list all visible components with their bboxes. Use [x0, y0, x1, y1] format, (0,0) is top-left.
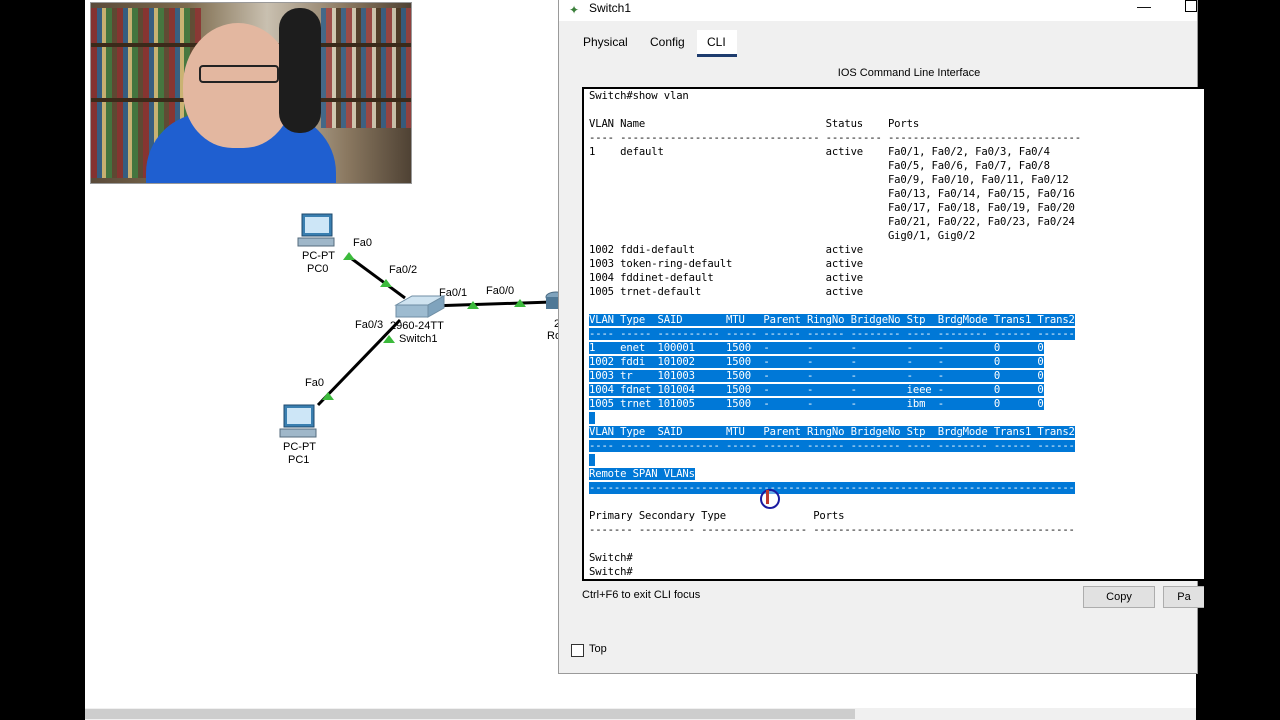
pc0-type-label: PC-PT [302, 250, 335, 262]
cli-line: 1002 fddi 101002 1500 - - - - - 0 0 [589, 356, 1044, 368]
cli-caption: IOS Command Line Interface [837, 67, 981, 79]
copy-button[interactable]: Copy [1083, 586, 1155, 608]
cli-focus-hint: Ctrl+F6 to exit CLI focus [582, 589, 701, 601]
pc0-port-label: Fa0 [353, 237, 372, 249]
cli-line: Fa0/5, Fa0/6, Fa0/7, Fa0/8 [589, 160, 1050, 172]
cli-line: Fa0/9, Fa0/10, Fa0/11, Fa0/12 [589, 174, 1069, 186]
cli-line: 1003 tr 101003 1500 - - - - - 0 0 [589, 370, 1044, 382]
cli-line: Switch# [589, 566, 633, 578]
cli-line: ----------------------------------------… [589, 482, 1075, 494]
cli-line: VLAN Type SAID MTU Parent RingNo BridgeN… [589, 314, 1075, 326]
minimize-icon[interactable]: — [1137, 0, 1151, 14]
cli-line: 1005 trnet 101005 1500 - - - ibm - 0 0 [589, 398, 1044, 410]
cli-line: ---- ----- ---------- ----- ------ -----… [589, 328, 1075, 340]
cli-line: Switch# [589, 552, 633, 564]
cli-line [589, 411, 596, 425]
cli-line: Primary Secondary Type Ports [589, 510, 845, 522]
pc1-port-label: Fa0 [305, 377, 324, 389]
router-port-fa00: Fa0/0 [486, 285, 515, 297]
cli-line: Remote SPAN VLANs [589, 468, 695, 480]
cli-line: Switch#show vlan [589, 90, 689, 102]
paste-button[interactable]: Pa [1163, 586, 1204, 608]
switch-port-fa02: Fa0/2 [389, 264, 418, 276]
cli-line: Switch# [589, 579, 633, 581]
cli-line: 1004 fdnet 101004 1500 - - - ieee - 0 0 [589, 384, 1044, 396]
pc0-icon [297, 213, 335, 247]
text-cursor-icon [766, 490, 769, 504]
switch-icon [394, 295, 446, 318]
switch-model-label: 2960-24TT [390, 320, 444, 332]
pc1-type-label: PC-PT [283, 441, 316, 453]
link-switch-pc1 [316, 318, 402, 407]
maximize-icon[interactable] [1185, 0, 1197, 12]
link-switch-router [429, 300, 553, 308]
top-checkbox-label: Top [589, 643, 607, 655]
window-title: Switch1 [589, 1, 632, 15]
cli-line: 1 enet 100001 1500 - - - - - 0 0 [589, 342, 1044, 354]
cli-line: ---- -------------------------------- --… [589, 132, 1082, 144]
cli-line [589, 453, 596, 467]
cli-line: 1 default active Fa0/1, Fa0/2, Fa0/3, Fa… [589, 146, 1050, 158]
tab-cli[interactable]: CLI [707, 35, 726, 49]
mouse-cursor-highlight [760, 489, 780, 509]
cli-line: Gig0/1, Gig0/2 [589, 230, 976, 242]
cli-terminal[interactable]: Switch#show vlan VLAN Name Status Ports --… [582, 87, 1204, 581]
cli-line: Fa0/21, Fa0/22, Fa0/23, Fa0/24 [589, 216, 1075, 228]
presenter-face [183, 23, 293, 148]
switch-device-window: ✦ Switch1 — Physical Config CLI IOS Comm… [558, 0, 1204, 674]
switch-port-fa01: Fa0/1 [439, 287, 468, 299]
cli-line: 1005 trnet-default active [589, 286, 864, 298]
tab-config[interactable]: Config [650, 35, 685, 49]
window-titlebar[interactable]: ✦ Switch1 — [559, 0, 1197, 21]
switch-name-label: Switch1 [399, 333, 438, 345]
pc0-name-label: PC0 [307, 263, 329, 275]
active-tab-indicator [697, 54, 737, 57]
link-light [343, 252, 355, 260]
app-icon: ✦ [569, 3, 580, 17]
cli-line: VLAN Type SAID MTU Parent RingNo BridgeN… [589, 426, 1075, 438]
pc1-name-label: PC1 [288, 454, 310, 466]
cli-line: Fa0/17, Fa0/18, Fa0/19, Fa0/20 [589, 202, 1075, 214]
cli-line: 1004 fddinet-default active [589, 272, 864, 284]
cli-line: 1003 token-ring-default active [589, 258, 864, 270]
microphone-image [279, 8, 321, 133]
pc1-icon [279, 404, 317, 438]
link-light [322, 392, 334, 400]
cli-line: Fa0/13, Fa0/14, Fa0/15, Fa0/16 [589, 188, 1075, 200]
right-letterbox [1196, 0, 1280, 720]
cli-line: VLAN Name Status Ports [589, 118, 920, 130]
switch-port-fa03: Fa0/3 [355, 319, 384, 331]
presenter-glasses [199, 65, 279, 83]
cli-line: ---- ----- ---------- ----- ------ -----… [589, 440, 1075, 452]
top-checkbox[interactable] [571, 644, 584, 657]
cli-line: 1002 fddi-default active [589, 244, 864, 256]
tab-physical[interactable]: Physical [583, 35, 628, 49]
bookshelf-image [321, 8, 411, 128]
link-pc0-switch [347, 254, 406, 300]
webcam-overlay [90, 2, 412, 184]
cli-line: ------- --------- ----------------- ----… [589, 524, 1075, 536]
